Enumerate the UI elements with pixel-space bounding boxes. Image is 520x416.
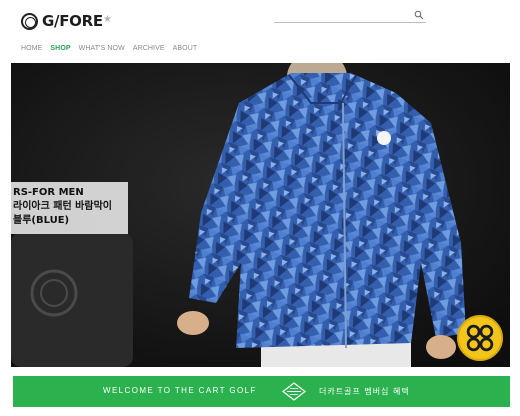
site-header: G/FORE ★ HOME SHOP WHAT'S NOW ARCHIVE AB… <box>0 0 520 62</box>
search-bar <box>274 9 426 23</box>
main-nav: HOME SHOP WHAT'S NOW ARCHIVE ABOUT <box>21 45 197 52</box>
nav-item-home[interactable]: HOME <box>21 45 42 52</box>
banner-welcome-text: WELCOME TO THE CART GOLF <box>103 386 257 395</box>
membership-banner[interactable]: WELCOME TO THE CART GOLF 더카트골프 멤버십 혜택 <box>13 376 510 407</box>
caption-line-1: RS-FOR MEN <box>13 187 84 198</box>
banner-membership-text: 더카트골프 멤버십 혜택 <box>319 387 410 396</box>
search-input[interactable] <box>274 9 410 22</box>
nav-item-whats-now[interactable]: WHAT'S NOW <box>79 45 125 52</box>
diamond-logo-icon <box>282 382 306 401</box>
brand-logo[interactable]: G/FORE <box>21 12 103 30</box>
gfore-logo-icon <box>457 315 503 361</box>
star-icon[interactable]: ★ <box>103 14 112 25</box>
brand-name: G/FORE <box>42 12 103 30</box>
product-caption: RS-FOR MEN 라이아크 패턴 바람막이 블루(BLUE) <box>11 182 128 234</box>
caption-line-3: 블루(BLUE) <box>13 215 70 226</box>
nav-item-about[interactable]: ABOUT <box>173 45 198 52</box>
nav-item-shop[interactable]: SHOP <box>50 45 70 52</box>
gfore-logo-icon <box>21 12 38 30</box>
caption-line-2: 라이아크 패턴 바람막이 <box>13 201 112 212</box>
nav-item-archive[interactable]: ARCHIVE <box>133 45 165 52</box>
hero-banner[interactable]: RS-FOR MEN 라이아크 패턴 바람막이 블루(BLUE) <box>11 63 510 367</box>
search-icon[interactable] <box>414 10 424 20</box>
